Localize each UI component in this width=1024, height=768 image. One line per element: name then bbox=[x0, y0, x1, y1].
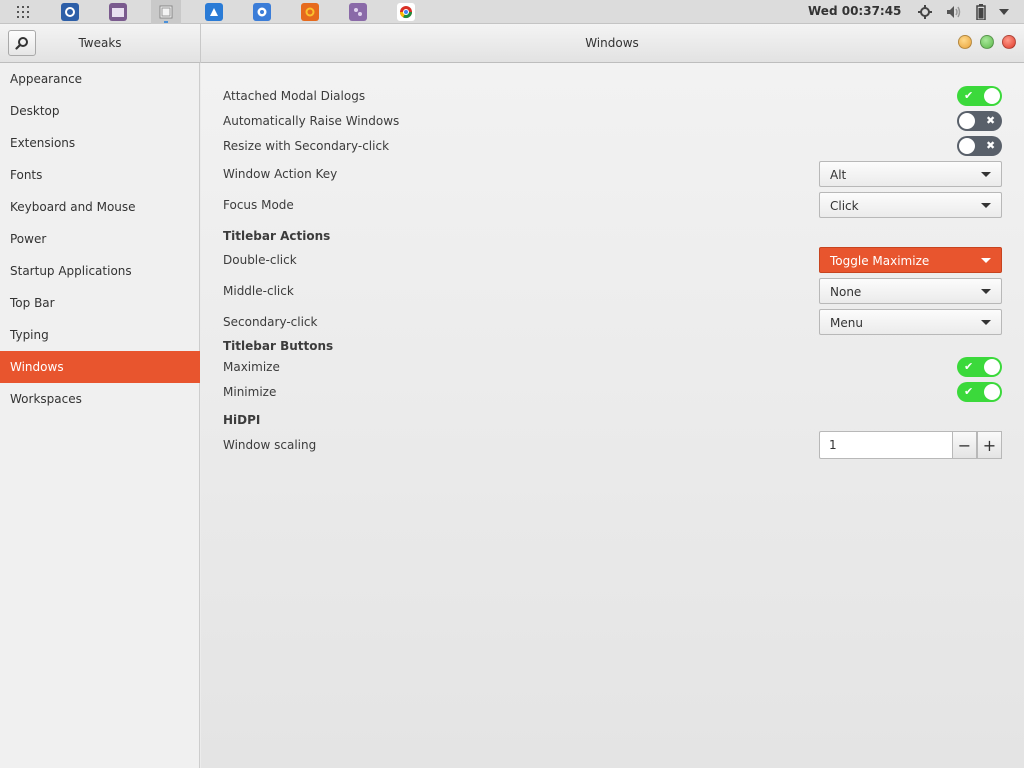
firefox-icon[interactable] bbox=[301, 3, 319, 21]
switch-knob bbox=[984, 384, 1000, 400]
check-icon: ✔ bbox=[964, 360, 974, 373]
store-icon[interactable] bbox=[205, 3, 223, 21]
minimize-label: Minimize bbox=[223, 385, 277, 399]
settings-icon[interactable] bbox=[253, 3, 271, 21]
sidebar: Appearance Desktop Extensions Fonts Keyb… bbox=[0, 63, 200, 768]
secondary-click-label: Secondary-click bbox=[223, 315, 318, 329]
sidebar-item-workspaces[interactable]: Workspaces bbox=[0, 383, 200, 415]
attached-modal-label: Attached Modal Dialogs bbox=[223, 89, 366, 103]
page-title: Windows bbox=[585, 36, 639, 50]
maximize-label: Maximize bbox=[223, 360, 280, 374]
sidebar-item-top-bar[interactable]: Top Bar bbox=[0, 287, 200, 319]
sidebar-item-typing[interactable]: Typing bbox=[0, 319, 200, 351]
sidebar-item-appearance[interactable]: Appearance bbox=[0, 63, 200, 95]
middle-click-dropdown[interactable]: None bbox=[819, 278, 1002, 304]
action-key-value: Alt bbox=[830, 168, 847, 182]
check-icon: ✔ bbox=[964, 89, 974, 102]
maximize-switch[interactable]: ✔ bbox=[957, 357, 1002, 377]
search-button[interactable] bbox=[8, 30, 36, 56]
double-click-value: Toggle Maximize bbox=[830, 254, 930, 268]
chevron-down-icon bbox=[981, 258, 991, 263]
titlebar-buttons-heading: Titlebar Buttons bbox=[223, 339, 334, 353]
maximize-button[interactable] bbox=[980, 35, 994, 49]
sidebar-item-power[interactable]: Power bbox=[0, 223, 200, 255]
sidebar-item-startup-applications[interactable]: Startup Applications bbox=[0, 255, 200, 287]
increment-button[interactable]: + bbox=[977, 431, 1002, 459]
window-scaling-spinner: − + bbox=[819, 431, 1002, 459]
windows-settings-panel: Attached Modal Dialogs ✔ Automatically R… bbox=[201, 63, 1024, 768]
search-icon bbox=[15, 37, 28, 50]
double-click-label: Double-click bbox=[223, 253, 297, 267]
check-icon: ✔ bbox=[964, 385, 974, 398]
focus-mode-dropdown[interactable]: Click bbox=[819, 192, 1002, 218]
sidebar-item-fonts[interactable]: Fonts bbox=[0, 159, 200, 191]
middle-click-label: Middle-click bbox=[223, 284, 294, 298]
decrement-button[interactable]: − bbox=[952, 431, 977, 459]
clock[interactable]: Wed 00:37:45 bbox=[808, 4, 901, 18]
menu-arrow-icon[interactable] bbox=[995, 3, 1013, 21]
location-icon[interactable] bbox=[916, 3, 934, 21]
app-grid-icon[interactable] bbox=[14, 3, 32, 21]
sidebar-item-extensions[interactable]: Extensions bbox=[0, 127, 200, 159]
titlebar-actions-heading: Titlebar Actions bbox=[223, 229, 331, 243]
sidebar-item-windows[interactable]: Windows bbox=[0, 351, 200, 383]
secondary-click-dropdown[interactable]: Menu bbox=[819, 309, 1002, 335]
minimize-button[interactable] bbox=[958, 35, 972, 49]
battery-icon[interactable] bbox=[972, 3, 990, 21]
attached-modal-switch[interactable]: ✔ bbox=[957, 86, 1002, 106]
switch-knob bbox=[984, 88, 1000, 104]
focus-mode-label: Focus Mode bbox=[223, 198, 294, 212]
hidpi-heading: HiDPI bbox=[223, 413, 261, 427]
resize-secondary-switch[interactable]: ✖ bbox=[957, 136, 1002, 156]
top-panel: Wed 00:37:45 bbox=[0, 0, 1024, 24]
switch-knob bbox=[959, 113, 975, 129]
cross-icon: ✖ bbox=[986, 114, 996, 127]
sidebar-item-keyboard-mouse[interactable]: Keyboard and Mouse bbox=[0, 191, 200, 223]
chevron-down-icon bbox=[981, 172, 991, 177]
window-scaling-input[interactable] bbox=[819, 431, 953, 459]
switch-knob bbox=[959, 138, 975, 154]
auto-raise-label: Automatically Raise Windows bbox=[223, 114, 400, 128]
software-center-icon[interactable] bbox=[61, 3, 79, 21]
sidebar-item-desktop[interactable]: Desktop bbox=[0, 95, 200, 127]
double-click-dropdown[interactable]: Toggle Maximize bbox=[819, 247, 1002, 273]
secondary-click-value: Menu bbox=[830, 316, 863, 330]
minimize-switch[interactable]: ✔ bbox=[957, 382, 1002, 402]
app-title: Tweaks bbox=[78, 36, 122, 50]
cross-icon: ✖ bbox=[986, 139, 996, 152]
volume-icon[interactable] bbox=[945, 3, 963, 21]
auto-raise-switch[interactable]: ✖ bbox=[957, 111, 1002, 131]
middle-click-value: None bbox=[830, 285, 862, 299]
chevron-down-icon bbox=[981, 203, 991, 208]
resize-secondary-label: Resize with Secondary-click bbox=[223, 139, 390, 153]
header-bar: Tweaks Windows bbox=[0, 24, 1024, 63]
action-key-dropdown[interactable]: Alt bbox=[819, 161, 1002, 187]
header-divider bbox=[200, 24, 201, 63]
active-indicator bbox=[164, 21, 168, 23]
chevron-down-icon bbox=[981, 320, 991, 325]
editor-icon[interactable] bbox=[349, 3, 367, 21]
window-scaling-label: Window scaling bbox=[223, 438, 317, 452]
close-button[interactable] bbox=[1002, 35, 1016, 49]
chevron-down-icon bbox=[981, 289, 991, 294]
switch-knob bbox=[984, 359, 1000, 375]
chrome-icon[interactable] bbox=[397, 3, 415, 21]
focus-mode-value: Click bbox=[830, 199, 859, 213]
files-icon[interactable] bbox=[109, 3, 127, 21]
action-key-label: Window Action Key bbox=[223, 167, 338, 181]
